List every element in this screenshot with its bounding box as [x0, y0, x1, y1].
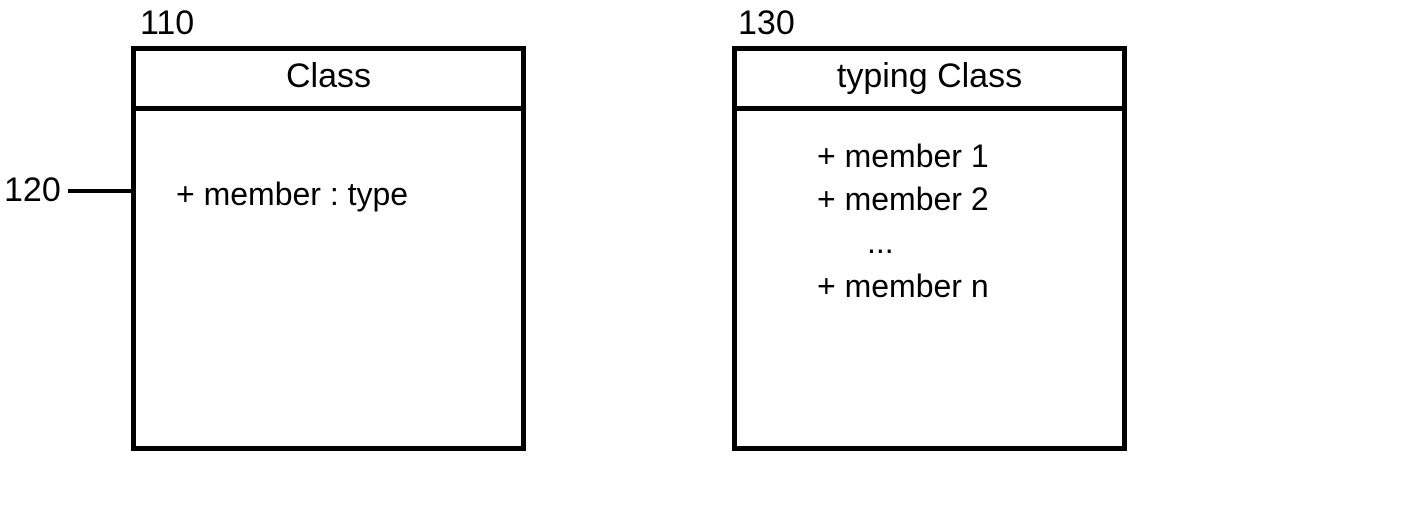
uml-member-n: + member n	[777, 265, 1094, 308]
uml-members-ellipsis: ...	[777, 221, 1094, 264]
uml-class-body-left: + member : type	[136, 111, 521, 236]
uml-member-2: + member 2	[777, 178, 1094, 221]
reference-label-110: 110	[140, 4, 194, 43]
leader-line-120	[68, 189, 136, 193]
uml-class-body-right: + member 1 + member 2 ... + member n	[737, 111, 1122, 328]
reference-label-120: 120	[4, 171, 61, 210]
reference-label-130: 130	[738, 4, 795, 43]
uml-member-left: + member : type	[176, 173, 493, 216]
uml-class-title-left: Class	[136, 51, 521, 111]
uml-class-box-left: Class + member : type	[131, 46, 526, 451]
uml-class-title-right: typing Class	[737, 51, 1122, 111]
uml-class-box-right: typing Class + member 1 + member 2 ... +…	[732, 46, 1127, 451]
uml-member-1: + member 1	[777, 135, 1094, 178]
